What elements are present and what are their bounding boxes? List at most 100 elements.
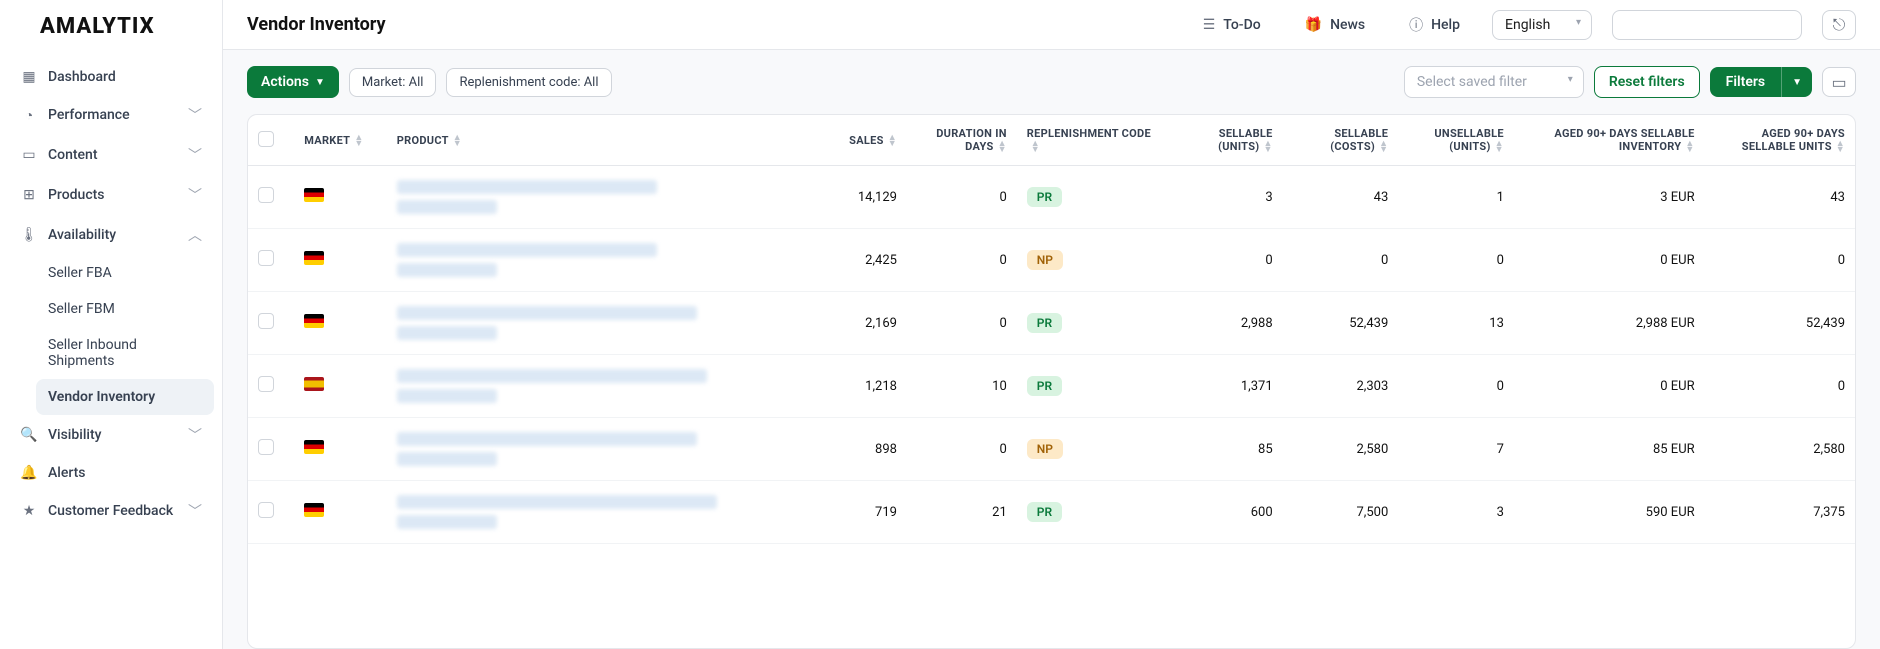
sidebar-item-availability[interactable]: 🌡 Availability ︿: [8, 215, 214, 255]
cell-sell-costs: 2,303: [1283, 355, 1399, 418]
reset-filters-button[interactable]: Reset filters: [1594, 66, 1700, 98]
col-sell-costs[interactable]: SELLABLE (COSTS)▲▼: [1283, 115, 1399, 166]
cell-sales: 1,218: [803, 355, 907, 418]
sort-icon: ▲▼: [1031, 141, 1040, 153]
cell-sell-units: 3: [1167, 166, 1283, 229]
col-unsell[interactable]: UNSELLABLE (UNITS)▲▼: [1398, 115, 1514, 166]
col-aged-units[interactable]: AGED 90+ DAYS SELLABLE UNITS▲▼: [1705, 115, 1855, 166]
cell-sell-costs: 7,500: [1283, 481, 1399, 544]
col-product[interactable]: PRODUCT▲▼: [387, 115, 803, 166]
cell-code: PR: [1017, 166, 1167, 229]
sidebar-item-seller-inbound-shipments[interactable]: Seller Inbound Shipments: [36, 327, 214, 379]
row-checkbox[interactable]: [258, 439, 274, 455]
chevron-down-icon: ▼: [315, 77, 325, 88]
columns-button[interactable]: ▭: [1822, 67, 1856, 97]
chevron-down-icon: ﹀: [188, 105, 202, 125]
sort-icon: ▲▼: [1495, 141, 1504, 153]
sidebar-item-label: Customer Feedback: [48, 503, 173, 519]
cell-aged-units: 7,375: [1705, 481, 1855, 544]
folder-icon: ▭: [1831, 73, 1846, 92]
sidebar-item-label: Seller FBM: [48, 301, 115, 317]
row-checkbox[interactable]: [258, 376, 274, 392]
cell-sales: 2,425: [803, 229, 907, 292]
sort-icon: ▲▼: [1836, 141, 1845, 153]
product-cell[interactable]: [397, 306, 793, 340]
cell-sell-costs: 0: [1283, 229, 1399, 292]
flag-de-icon: [304, 314, 324, 328]
flag-de-icon: [304, 188, 324, 202]
filters-button[interactable]: Filters: [1710, 67, 1781, 97]
col-market[interactable]: MARKET▲▼: [294, 115, 386, 166]
blurred-text: [397, 200, 497, 214]
topnav-news[interactable]: 🎁 News: [1293, 11, 1377, 39]
sidebar-item-seller-fba[interactable]: Seller FBA: [36, 255, 214, 291]
cell-sales: 719: [803, 481, 907, 544]
saved-filter-select[interactable]: Select saved filter: [1404, 66, 1584, 98]
sidebar-item-vendor-inventory[interactable]: Vendor Inventory: [36, 379, 214, 415]
logout-button[interactable]: ⎋: [1822, 10, 1856, 40]
sort-icon: ▲▼: [1263, 141, 1272, 153]
language-select[interactable]: English: [1492, 10, 1592, 40]
flag-de-icon: [304, 440, 324, 454]
row-checkbox[interactable]: [258, 502, 274, 518]
sort-icon: ▲▼: [1379, 141, 1388, 153]
cell-unsell: 0: [1398, 229, 1514, 292]
topnav-todo[interactable]: ☰ To-Do: [1191, 11, 1273, 39]
sidebar-item-visibility[interactable]: 🔍 Visibility ﹀: [8, 415, 214, 455]
product-cell[interactable]: [397, 243, 793, 277]
cell-aged-units: 52,439: [1705, 292, 1855, 355]
col-aged-inv[interactable]: AGED 90+ DAYS SELLABLE INVENTORY▲▼: [1514, 115, 1705, 166]
sidebar: AMALYTIX ▦ Dashboard ◔ Performance ﹀▭ Co…: [0, 0, 223, 649]
topnav-help[interactable]: ⓘ Help: [1397, 9, 1472, 41]
flag-de-icon: [304, 251, 324, 265]
filters-group: Filters ▼: [1710, 67, 1812, 97]
product-cell[interactable]: [397, 432, 793, 466]
sidebar-item-content[interactable]: ▭ Content ﹀: [8, 135, 214, 175]
sidebar-item-label: Dashboard: [48, 69, 116, 85]
row-checkbox[interactable]: [258, 313, 274, 329]
product-cell[interactable]: [397, 369, 793, 403]
sidebar-item-customer-feedback[interactable]: ★ Customer Feedback ﹀: [8, 491, 214, 531]
sidebar-item-products[interactable]: ⊞ Products ﹀: [8, 175, 214, 215]
cell-code: PR: [1017, 292, 1167, 355]
actions-button[interactable]: Actions ▼: [247, 66, 339, 98]
filter-chip-code[interactable]: Replenishment code: All: [446, 68, 611, 97]
row-checkbox[interactable]: [258, 187, 274, 203]
brand-logo: AMALYTIX: [0, 0, 222, 51]
cell-sell-units: 1,371: [1167, 355, 1283, 418]
chevron-down-icon: ﹀: [188, 501, 202, 521]
code-badge: PR: [1027, 502, 1062, 522]
col-sell-units[interactable]: SELLABLE (UNITS)▲▼: [1167, 115, 1283, 166]
product-cell[interactable]: [397, 180, 793, 214]
sidebar-item-performance[interactable]: ◔ Performance ﹀: [8, 95, 214, 135]
inventory-table: MARKET▲▼ PRODUCT▲▼ SALES▲▼ DURATION IN D…: [248, 115, 1855, 544]
sidebar-item-label: Products: [48, 187, 105, 203]
sidebar-item-dashboard[interactable]: ▦ Dashboard: [8, 59, 214, 95]
cell-duration: 0: [907, 292, 1017, 355]
cell-aged-inv: 85 EUR: [1514, 418, 1705, 481]
filters-caret-button[interactable]: ▼: [1781, 67, 1812, 97]
info-icon: ⓘ: [1409, 15, 1423, 35]
blurred-text: [397, 452, 497, 466]
grid-icon: ▦: [20, 69, 38, 85]
select-all-checkbox[interactable]: [258, 131, 274, 147]
cell-aged-inv: 590 EUR: [1514, 481, 1705, 544]
language-value: English: [1505, 17, 1550, 33]
product-cell[interactable]: [397, 495, 793, 529]
cell-sell-units: 0: [1167, 229, 1283, 292]
blurred-text: [397, 263, 497, 277]
table-row: 14,129 0 PR 3 43 1 3 EUR 43: [248, 166, 1855, 229]
row-checkbox[interactable]: [258, 250, 274, 266]
col-duration[interactable]: DURATION IN DAYS▲▼: [907, 115, 1017, 166]
cell-sell-costs: 2,580: [1283, 418, 1399, 481]
filter-chip-market[interactable]: Market: All: [349, 68, 437, 97]
search-input[interactable]: [1612, 10, 1802, 40]
sidebar-item-alerts[interactable]: 🔔 Alerts: [8, 455, 214, 491]
col-code[interactable]: REPLENISHMENT CODE▲▼: [1017, 115, 1167, 166]
sidebar-item-seller-fbm[interactable]: Seller FBM: [36, 291, 214, 327]
bell-icon: 🔔: [20, 465, 38, 481]
cell-sell-units: 600: [1167, 481, 1283, 544]
col-checkbox: [248, 115, 294, 166]
col-sales[interactable]: SALES▲▼: [803, 115, 907, 166]
sidebar-item-label: Content: [48, 147, 98, 163]
